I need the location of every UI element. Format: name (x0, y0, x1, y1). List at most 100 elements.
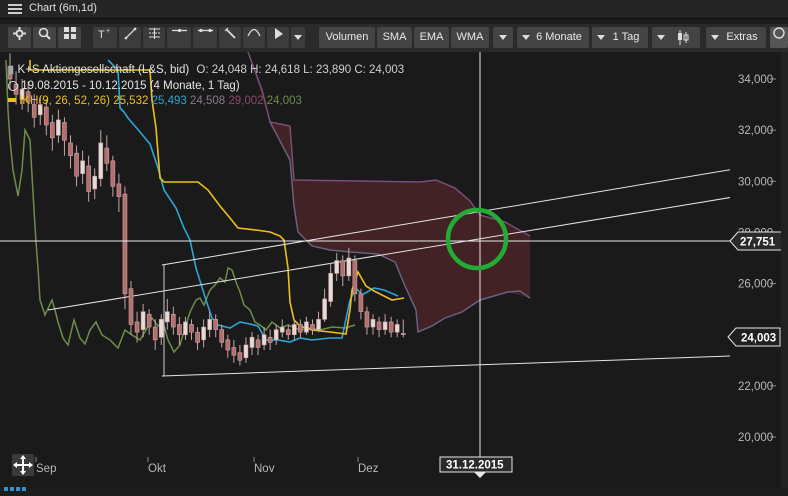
legend-ikh-value-4: 29,002 (228, 95, 264, 107)
candle-body (171, 313, 176, 328)
last-price-tag: 24,003 (727, 327, 781, 347)
move-chart-icon[interactable] (12, 454, 34, 476)
x-tick-label: Sep (36, 463, 56, 475)
text-tool-icon[interactable]: T + (93, 27, 117, 48)
legend-ikh-value-1: 25,532 (113, 95, 149, 107)
candle-body (255, 339, 261, 348)
legend-ikh-value-3: 24,508 (189, 95, 226, 107)
candle-body (237, 352, 243, 361)
fibonacci-tool-icon[interactable] (143, 27, 165, 48)
candle-body (334, 260, 340, 274)
candle-body (122, 193, 128, 295)
y-tick-label: 22,000 (738, 381, 773, 393)
candle-body (50, 122, 55, 139)
y-tick-label: 30,000 (738, 176, 773, 188)
trendline-tool-icon[interactable] (119, 27, 141, 48)
cursor-tool-icon[interactable] (267, 27, 289, 48)
toolbar: T + Volumen SMA EMA WMA 6 Monate 1 Tag Ex… (0, 24, 788, 52)
legend-ikh-value-2: 25,493 (151, 95, 187, 107)
candle-body (328, 273, 333, 302)
candle-body (201, 326, 206, 341)
candle-body (110, 160, 116, 187)
candle-body (98, 142, 104, 180)
x-axis: Sep Okt Nov Dez (35, 457, 379, 475)
candle-body (207, 319, 212, 330)
candle-body (92, 175, 97, 190)
sma-button[interactable]: SMA (377, 27, 412, 48)
crosshair-date-label: 31.12.2015 (446, 460, 504, 472)
candle-body (225, 339, 231, 351)
candle-body (352, 260, 358, 295)
pen-tool-icon[interactable] (219, 27, 241, 48)
ema-button[interactable]: EMA (414, 27, 449, 48)
candle-body (382, 321, 388, 330)
period-select-label: 6 Monate (536, 31, 582, 43)
grid-layout-icon[interactable] (58, 27, 81, 48)
candle-body (400, 333, 406, 336)
settings-gear-icon[interactable] (8, 27, 31, 48)
title-bar: Chart (6m,1d) (0, 0, 788, 19)
wma-dropdown-icon[interactable] (493, 27, 513, 48)
horizontal-line-tool-icon[interactable] (167, 27, 191, 48)
candle-body (177, 324, 182, 336)
candle-body (56, 119, 61, 136)
crosshair-price-label: 27,751 (740, 237, 776, 249)
last-price-label: 24,003 (741, 333, 776, 345)
window-title: Chart (6m,1d) (29, 2, 97, 14)
price-chart-svg[interactable]: 34,00032,00030,00028,00026,00024,00022,0… (0, 52, 788, 488)
candle-body (364, 311, 370, 328)
candle-body (310, 324, 315, 330)
crosshair-price-tag: 27,751 (729, 231, 788, 251)
legend-ikh-label: IKH(9, 26, 52, 26) (19, 95, 110, 107)
candle-body (152, 326, 158, 341)
period-select[interactable]: 6 Monate (517, 27, 589, 48)
candle-body (104, 147, 110, 164)
candle-body (316, 319, 321, 330)
candle-body (158, 319, 164, 338)
horizontal-ray-tool-icon[interactable] (193, 27, 217, 48)
candle-body (285, 329, 291, 336)
wma-button[interactable]: WMA (451, 27, 489, 48)
clock-icon[interactable] (770, 27, 788, 48)
candle-body (80, 160, 85, 174)
y-tick-label: 34,000 (738, 74, 773, 86)
legend-ikh: IKH(9, 26, 52, 26) 25,532 25,493 24,508 … (8, 95, 302, 107)
y-tick-label: 20,000 (738, 432, 773, 444)
candle-body (195, 331, 200, 343)
arc-tool-icon[interactable] (243, 27, 265, 48)
chart-area[interactable]: 34,00032,00030,00028,00026,00024,00022,0… (0, 52, 788, 488)
candle-body (116, 183, 122, 197)
y-axis: 34,00032,00030,00028,00026,00024,00022,0… (738, 74, 776, 444)
candle-body (273, 329, 279, 341)
interval-select[interactable]: 1 Tag (592, 27, 648, 48)
candle-body (340, 260, 346, 277)
candle-body (322, 298, 327, 320)
candle-body (304, 321, 309, 333)
tools-dropdown-icon[interactable] (291, 27, 305, 48)
legend-series: ▮ K+S Aktiengesellschaft (L&S, bid) O: 2… (8, 62, 404, 76)
trendline-3 (161, 355, 730, 377)
volumen-button[interactable]: Volumen (319, 27, 375, 48)
candle-body (231, 347, 237, 356)
hamburger-menu-icon[interactable] (8, 4, 22, 14)
search-icon[interactable] (33, 27, 56, 48)
candle-body (394, 324, 400, 333)
candle-body (74, 152, 79, 177)
candle-body (376, 321, 382, 330)
candle-body (134, 321, 140, 333)
candle-body (370, 319, 376, 328)
legend-instrument-name: K+S Aktiengesellschaft (L&S, bid) (17, 64, 190, 76)
candle-body (267, 336, 273, 343)
right-edge (781, 52, 788, 488)
candle-body (249, 336, 255, 348)
extras-select-label: Extras (726, 31, 758, 43)
chart-type-select[interactable] (652, 27, 700, 48)
candle-body (279, 326, 285, 333)
candle-body (183, 321, 188, 336)
extras-select[interactable]: Extras (706, 27, 766, 48)
candle-body (43, 106, 49, 126)
candle-body (68, 142, 73, 157)
legend-date-range: 19.08.2015 - 10.12.2015 (4 Monate, 1 Tag… (21, 80, 240, 92)
svg-text:T: T (98, 29, 105, 40)
clock-small-icon (8, 81, 18, 91)
